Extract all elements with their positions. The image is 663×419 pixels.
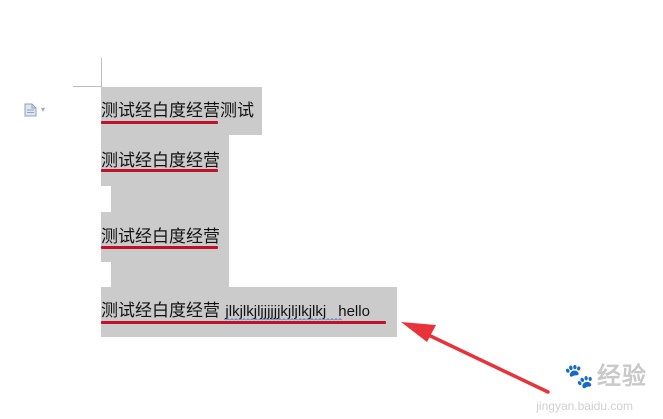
margin-crop-mark-horizontal — [73, 86, 102, 87]
selection-highlight-empty-line — [111, 186, 229, 212]
watermark-url: jingyan.baidu.com — [536, 399, 633, 413]
chevron-down-icon[interactable]: ▾ — [41, 105, 45, 114]
paragraph-line[interactable]: 测试经白度经营测试 — [101, 100, 254, 122]
watermark-brand: 经验 — [597, 363, 647, 390]
watermark-logo: 🐾经验 — [564, 356, 647, 391]
line-text: 测试经白度经营 — [101, 101, 220, 121]
line-text: 测试经白度经营 — [101, 227, 220, 247]
line-tail-text: 测试 — [220, 101, 254, 121]
hello-text: hello — [338, 303, 370, 320]
red-underline — [101, 169, 218, 172]
line-text: 测试经白度经营 — [101, 301, 220, 321]
margin-crop-mark-vertical — [101, 58, 102, 87]
paw-icon: 🐾 — [564, 363, 595, 390]
paragraph-line[interactable]: 测试经白度经营 — [101, 226, 220, 248]
red-underline — [101, 121, 218, 124]
document-canvas[interactable]: ▾ 测试经白度经营测试 测试经白度经营 测试经白度经营 测试经白度经营 jlkj… — [0, 0, 663, 419]
selection-highlight-empty-line — [111, 262, 229, 287]
line-text: 测试经白度经营 — [101, 151, 220, 171]
document-paste-icon[interactable] — [24, 103, 37, 117]
red-underline — [101, 246, 218, 249]
spellcheck-squiggle — [224, 318, 342, 322]
